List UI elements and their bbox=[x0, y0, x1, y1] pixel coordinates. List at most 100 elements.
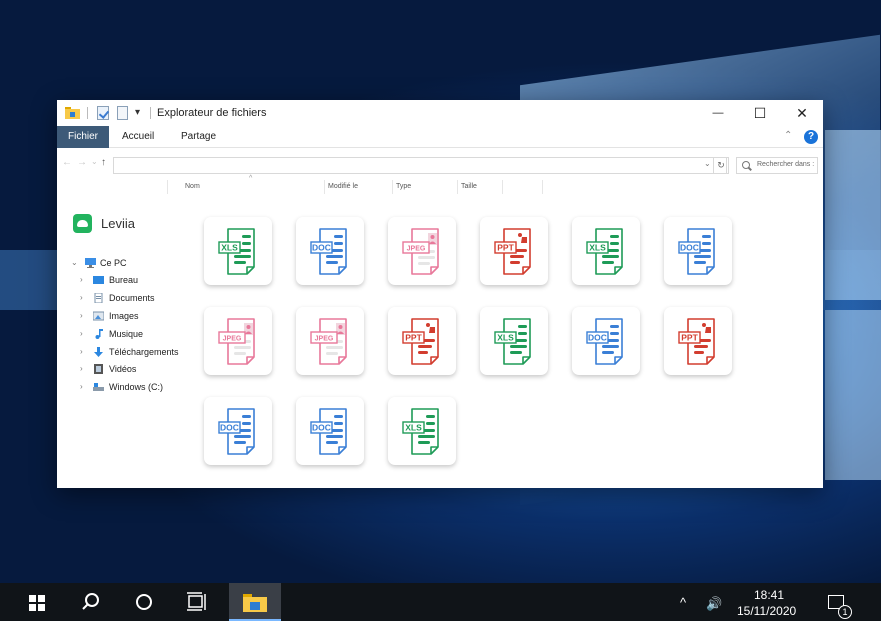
file-type-label: XLS bbox=[221, 243, 238, 253]
column-header: Nom ^ Modifié le Type Taille bbox=[167, 175, 547, 196]
forward-icon[interactable]: → bbox=[77, 157, 87, 168]
show-hidden-icons[interactable]: ^ bbox=[680, 595, 686, 610]
tree-item-telechargements[interactable]: › Téléchargements bbox=[71, 345, 201, 361]
chevron-down-icon[interactable]: ⌄ bbox=[71, 258, 78, 267]
close-button[interactable]: ✕ bbox=[781, 100, 823, 126]
maximize-button[interactable]: ☐ bbox=[739, 100, 781, 126]
file-explorer-taskbar-button[interactable] bbox=[229, 583, 281, 621]
doc-file-icon: DOC bbox=[678, 228, 715, 275]
clock-time[interactable]: 18:41 bbox=[754, 588, 784, 602]
file-item-xls[interactable]: XLS bbox=[204, 217, 272, 285]
tree-label: Ce PC bbox=[100, 258, 127, 268]
desktop-icon bbox=[93, 276, 104, 284]
file-type-label: DOC bbox=[312, 243, 331, 253]
doc-file-icon: DOC bbox=[218, 408, 255, 455]
file-item-jpeg[interactable]: JPEG bbox=[204, 307, 272, 375]
tab-partage[interactable]: Partage bbox=[170, 126, 227, 148]
file-item-doc[interactable]: DOC bbox=[572, 307, 640, 375]
chevron-right-icon[interactable]: › bbox=[80, 347, 83, 356]
minimize-button[interactable]: — bbox=[697, 100, 739, 126]
task-view-icon bbox=[187, 592, 206, 611]
column-modified[interactable]: Modifié le bbox=[328, 183, 358, 190]
column-separator bbox=[542, 180, 543, 194]
search-placeholder: Rechercher dans : bbox=[757, 161, 815, 168]
file-item-xls[interactable]: XLS bbox=[388, 397, 456, 465]
tab-fichier[interactable]: Fichier bbox=[57, 126, 110, 148]
file-type-label: DOC bbox=[680, 243, 699, 253]
refresh-icon[interactable]: ↻ bbox=[713, 157, 729, 174]
music-icon bbox=[95, 329, 103, 339]
leviia-label[interactable]: Leviia bbox=[101, 216, 135, 231]
file-item-doc[interactable]: DOC bbox=[296, 397, 364, 465]
xls-file-icon: XLS bbox=[218, 228, 255, 275]
recent-locations-icon[interactable]: ⌄ bbox=[91, 157, 98, 166]
address-dropdown-icon[interactable]: ⌄ bbox=[704, 159, 711, 168]
quick-access-dropdown-icon[interactable]: ▾ bbox=[135, 107, 140, 118]
chevron-right-icon[interactable]: › bbox=[80, 311, 83, 320]
chevron-right-icon[interactable]: › bbox=[80, 329, 83, 338]
chevron-right-icon[interactable]: › bbox=[80, 293, 83, 302]
file-type-label: JPEG bbox=[223, 336, 242, 343]
chevron-right-icon[interactable]: › bbox=[80, 364, 83, 373]
file-item-doc[interactable]: DOC bbox=[296, 217, 364, 285]
task-view-button[interactable] bbox=[172, 583, 224, 621]
column-name[interactable]: Nom bbox=[185, 183, 200, 190]
tree-item-musique[interactable]: › Musique bbox=[71, 327, 201, 343]
doc-file-icon: DOC bbox=[586, 318, 623, 365]
file-item-doc[interactable]: DOC bbox=[664, 217, 732, 285]
tree-label: Documents bbox=[109, 293, 155, 303]
start-button[interactable] bbox=[10, 583, 62, 621]
address-row: ← → ⌄ ↑ ⌄ ↻ Rechercher dans : bbox=[57, 153, 823, 177]
column-separator bbox=[324, 180, 325, 194]
ppt-file-icon: PPT bbox=[494, 228, 531, 275]
tree-item-ce-pc[interactable]: ⌄ Ce PC bbox=[71, 256, 201, 272]
computer-icon bbox=[85, 258, 96, 268]
xls-file-icon: XLS bbox=[494, 318, 531, 365]
desktop-pane-lower bbox=[825, 310, 881, 480]
search-input[interactable]: Rechercher dans : bbox=[736, 157, 818, 174]
file-item-doc[interactable]: DOC bbox=[204, 397, 272, 465]
tab-accueil[interactable]: Accueil bbox=[111, 126, 165, 148]
clock-date[interactable]: 15/11/2020 bbox=[737, 604, 796, 618]
column-size[interactable]: Taille bbox=[461, 183, 477, 190]
collapse-ribbon-icon[interactable]: ⌃ bbox=[784, 130, 792, 141]
file-item-ppt[interactable]: PPT bbox=[480, 217, 548, 285]
file-item-ppt[interactable]: PPT bbox=[664, 307, 732, 375]
tree-item-videos[interactable]: › Vidéos bbox=[71, 362, 201, 378]
folder-icon bbox=[65, 107, 80, 119]
back-icon[interactable]: ← bbox=[62, 157, 72, 168]
folder-icon bbox=[243, 594, 267, 612]
help-icon[interactable]: ? bbox=[804, 130, 818, 144]
cortana-button[interactable] bbox=[118, 583, 170, 621]
search-icon bbox=[82, 593, 99, 610]
tree-item-images[interactable]: › Images bbox=[71, 309, 201, 325]
new-folder-icon[interactable] bbox=[117, 106, 128, 120]
column-separator bbox=[167, 180, 168, 194]
xls-file-icon: XLS bbox=[402, 408, 439, 455]
ribbon: Fichier Accueil Partage ⌃ ? bbox=[57, 126, 823, 148]
leviia-cloud-icon[interactable] bbox=[73, 214, 92, 233]
search-button[interactable] bbox=[64, 583, 116, 621]
title-bar[interactable]: ▾ Explorateur de fichiers — ☐ ✕ bbox=[57, 100, 823, 126]
file-item-jpeg[interactable]: JPEG bbox=[388, 217, 456, 285]
tree-label: Téléchargements bbox=[109, 347, 179, 357]
chevron-right-icon[interactable]: › bbox=[80, 382, 83, 391]
tree-item-documents[interactable]: › Documents bbox=[71, 291, 201, 307]
file-item-jpeg[interactable]: JPEG bbox=[296, 307, 364, 375]
file-type-label: XLS bbox=[497, 333, 514, 343]
pictures-icon bbox=[93, 311, 104, 321]
file-item-xls[interactable]: XLS bbox=[572, 217, 640, 285]
volume-icon[interactable]: 🔊 bbox=[706, 596, 722, 612]
up-icon[interactable]: ↑ bbox=[101, 157, 106, 168]
tree-label: Windows (C:) bbox=[109, 382, 164, 392]
file-item-ppt[interactable]: PPT bbox=[388, 307, 456, 375]
tree-item-windows-c[interactable]: › Windows (C:) bbox=[71, 380, 201, 396]
tree-item-bureau[interactable]: › Bureau bbox=[71, 273, 201, 289]
file-type-label: DOC bbox=[220, 423, 239, 433]
file-item-xls[interactable]: XLS bbox=[480, 307, 548, 375]
address-bar[interactable] bbox=[113, 157, 727, 174]
chevron-right-icon[interactable]: › bbox=[80, 275, 83, 284]
column-type[interactable]: Type bbox=[396, 183, 411, 190]
file-type-label: PPT bbox=[497, 243, 514, 253]
properties-icon[interactable] bbox=[97, 106, 109, 120]
